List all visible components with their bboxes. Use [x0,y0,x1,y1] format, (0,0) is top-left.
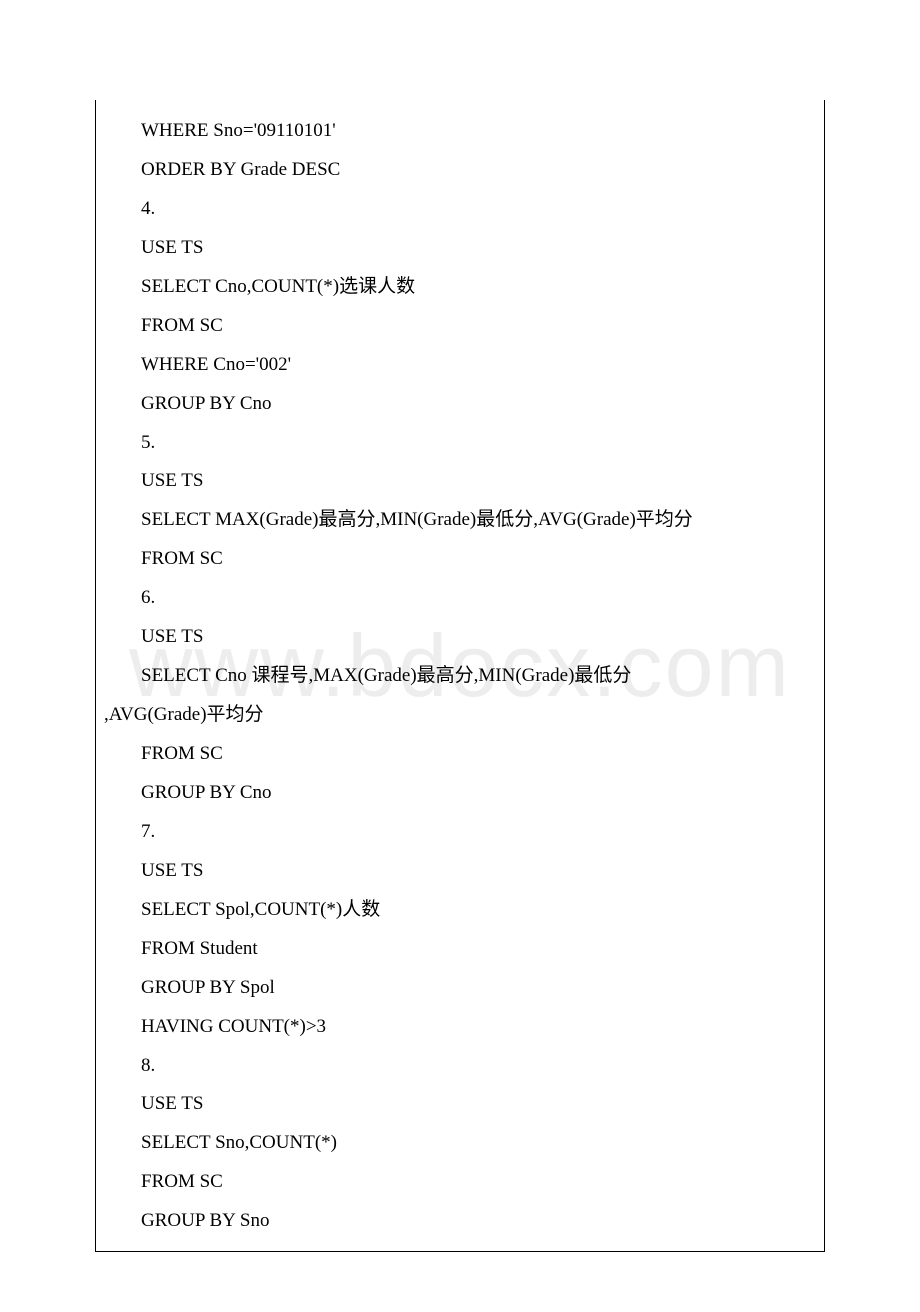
code-line: SELECT Cno,COUNT(*)选课人数 [96,268,824,307]
code-line: ORDER BY Grade DESC [96,151,824,190]
code-line: ,AVG(Grade)平均分 [96,696,824,735]
content-wrapper: WHERE Sno='09110101'ORDER BY Grade DESC4… [95,100,825,1252]
code-line: 4. [96,190,824,229]
code-line: 6. [96,579,824,618]
code-line: 8. [96,1047,824,1086]
code-line: USE TS [96,229,824,268]
code-line: WHERE Cno='002' [96,346,824,385]
code-line: USE TS [96,852,824,891]
code-line: 7. [96,813,824,852]
code-line: HAVING COUNT(*)>3 [96,1008,824,1047]
code-line: FROM SC [96,735,824,774]
code-line: GROUP BY Cno [96,774,824,813]
code-line: FROM SC [96,540,824,579]
code-line: SELECT Cno 课程号,MAX(Grade)最高分,MIN(Grade)最… [96,657,824,696]
code-line: FROM SC [96,307,824,346]
code-line: FROM SC [96,1163,824,1202]
code-content-box: WHERE Sno='09110101'ORDER BY Grade DESC4… [95,100,825,1252]
code-line: GROUP BY Sno [96,1202,824,1241]
code-line: USE TS [96,618,824,657]
code-line: SELECT Sno,COUNT(*) [96,1124,824,1163]
code-line: SELECT Spol,COUNT(*)人数 [96,891,824,930]
code-line: FROM Student [96,930,824,969]
code-line: GROUP BY Cno [96,385,824,424]
document-page: www.bdocx.com WHERE Sno='09110101'ORDER … [0,0,920,1312]
code-line: SELECT MAX(Grade)最高分,MIN(Grade)最低分,AVG(G… [96,501,824,540]
code-line: WHERE Sno='09110101' [96,112,824,151]
code-line: GROUP BY Spol [96,969,824,1008]
code-line: USE TS [96,1085,824,1124]
code-line: USE TS [96,462,824,501]
code-line: 5. [96,424,824,463]
